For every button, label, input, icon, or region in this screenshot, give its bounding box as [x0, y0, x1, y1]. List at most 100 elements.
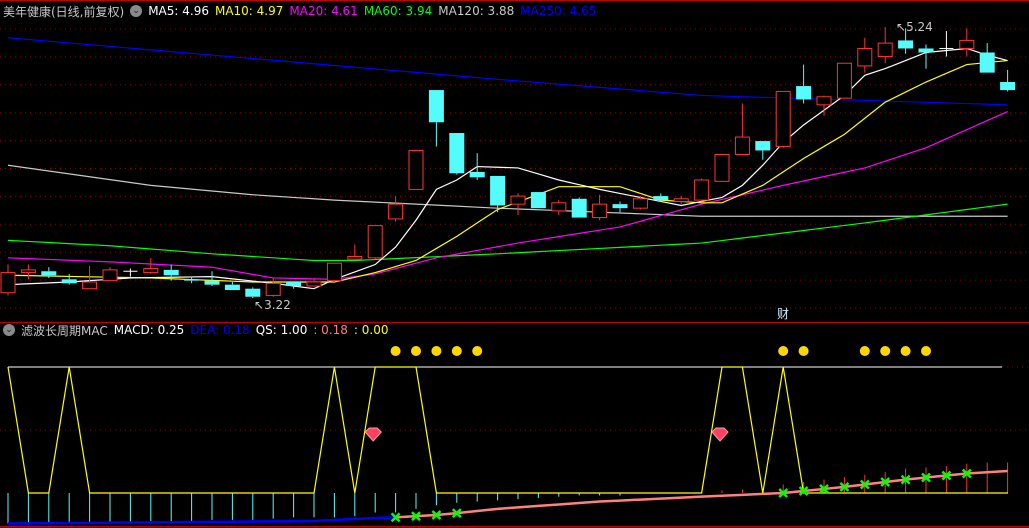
candle-body — [449, 133, 465, 174]
candle-body — [163, 269, 179, 276]
candle-body — [653, 196, 669, 201]
candle-body — [408, 149, 424, 190]
candle — [694, 178, 710, 202]
candle — [673, 196, 689, 205]
dea-line-positive — [395, 469, 1008, 519]
high-price-value: 5.24 — [906, 20, 933, 34]
candle-body — [673, 198, 689, 202]
stock-chart[interactable] — [0, 0, 1029, 528]
signal-dot — [451, 346, 462, 356]
candle — [143, 257, 159, 274]
ma10-line — [7, 59, 1008, 283]
low-price-value: 3.22 — [264, 298, 291, 312]
candle-body — [734, 136, 750, 155]
signal-dot — [390, 346, 401, 356]
candle — [428, 90, 444, 147]
candle — [979, 43, 995, 73]
candle-body — [306, 281, 322, 287]
ma120-line — [7, 164, 1008, 217]
candle-body — [367, 225, 383, 259]
candle — [408, 149, 424, 190]
ma60-line — [7, 203, 1008, 262]
gem-icon — [711, 427, 729, 442]
candle-body — [82, 281, 98, 290]
candle-body — [224, 284, 240, 291]
candle — [102, 267, 118, 282]
finance-marker[interactable]: 财 — [777, 305, 789, 322]
signal-dot — [798, 346, 809, 356]
header-item-1: MA10: 4.97 — [214, 4, 284, 18]
candle — [388, 196, 404, 222]
candle-body — [510, 195, 526, 205]
candle-body — [245, 288, 261, 297]
candlesticks[interactable] — [0, 27, 1016, 299]
macd-panel[interactable] — [0, 346, 1029, 525]
indicator-item-2: QS: 1.00 — [255, 323, 308, 337]
low-price-label: ↖3.22 — [254, 298, 291, 312]
candle — [816, 95, 832, 116]
candle-body — [755, 141, 771, 151]
candle-body — [347, 255, 363, 260]
candle-body — [1000, 82, 1016, 91]
indicator-item-3: : 0.18 — [313, 323, 348, 337]
candle — [551, 200, 567, 215]
candle-body — [61, 279, 77, 284]
stock-title: 美年健康(日线,前复权) — [3, 4, 125, 19]
ma5-line — [7, 47, 1008, 290]
candle-body — [204, 280, 220, 285]
candle-body — [714, 153, 730, 182]
dea-line-negative — [7, 516, 396, 525]
chevron-down-icon[interactable]: ⌄ — [3, 324, 15, 336]
header-item-0: MA5: 4.96 — [148, 4, 209, 18]
signal-dot — [431, 346, 442, 356]
candle-body — [694, 179, 710, 201]
candle-body — [796, 86, 812, 100]
candle — [775, 90, 791, 148]
candle-body — [857, 47, 873, 67]
high-price-label: ↖5.24 — [896, 20, 933, 34]
candle-body — [775, 90, 791, 147]
signal-dot — [900, 346, 911, 356]
candle — [0, 264, 16, 296]
candle — [61, 273, 77, 285]
candle-body — [898, 40, 914, 49]
signal-dot — [880, 346, 891, 356]
candle — [1000, 69, 1016, 92]
candle-body — [959, 39, 975, 49]
candle — [490, 175, 506, 213]
indicator-item-4: : 0.00 — [353, 323, 389, 337]
signal-dot — [778, 346, 789, 356]
candle-body — [41, 271, 57, 276]
header-item-2: MA20: 4.61 — [289, 4, 358, 18]
candle-body — [184, 279, 200, 281]
signal-dot — [411, 346, 421, 356]
candle-body — [0, 272, 16, 294]
price-grid — [0, 28, 1029, 309]
candle-body — [592, 203, 608, 219]
candle-body — [530, 192, 546, 209]
candle-body — [20, 269, 36, 274]
candle — [265, 277, 281, 297]
indicator-header: ⌄ 滤波长周期MAC MACD: 0.25 DEA: 0.18 QS: 1.00: … — [3, 322, 400, 338]
chevron-down-icon[interactable]: ⌄ — [130, 5, 143, 17]
candle-body — [551, 202, 567, 212]
candle-body — [632, 198, 648, 209]
moving-averages — [7, 37, 1008, 290]
candle — [20, 264, 36, 280]
candle — [857, 37, 873, 73]
indicator-title: 滤波长周期MAC — [21, 323, 108, 338]
candle — [796, 64, 812, 104]
candle — [326, 262, 342, 282]
candle — [510, 193, 526, 215]
candle — [612, 201, 628, 213]
gem-icon — [364, 427, 382, 442]
candle-body — [918, 48, 934, 53]
candle-body — [326, 262, 342, 282]
ma20-line — [7, 110, 1008, 280]
candle — [123, 268, 138, 277]
candle — [367, 225, 383, 260]
candle — [939, 31, 954, 57]
candle — [877, 27, 893, 64]
candle — [286, 281, 302, 289]
candle — [204, 271, 220, 287]
